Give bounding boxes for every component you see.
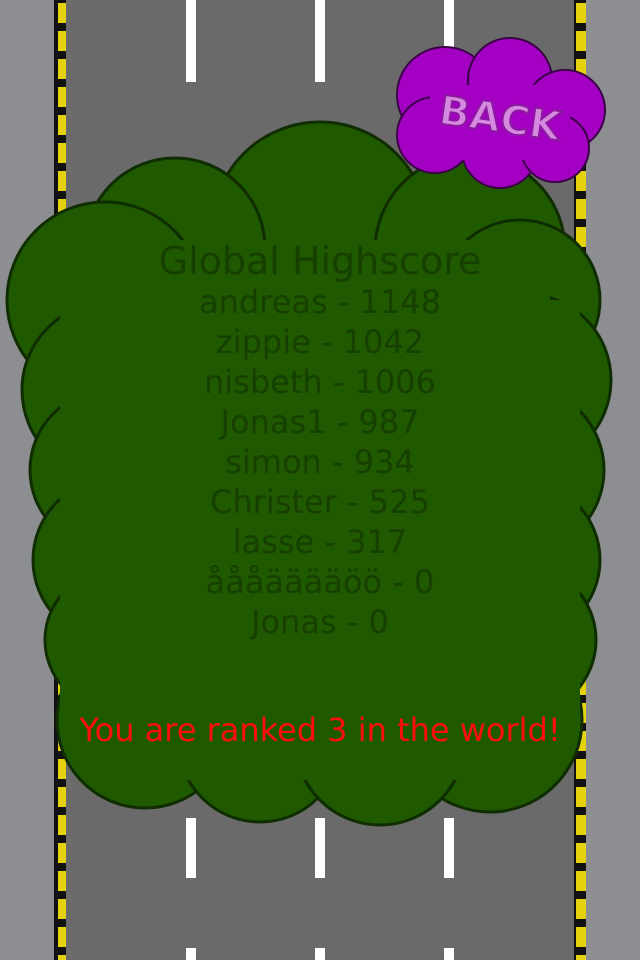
highscore-entry: nisbeth - 1006 bbox=[204, 363, 436, 401]
highscore-entry: lasse - 317 bbox=[232, 523, 408, 561]
highscore-entry: åååääääöö - 0 bbox=[205, 563, 435, 601]
highscore-list: andreas - 1148 zippie - 1042 nisbeth - 1… bbox=[60, 282, 580, 642]
highscore-entry: zippie - 1042 bbox=[215, 323, 425, 361]
highscore-entry: Christer - 525 bbox=[210, 483, 430, 521]
highscore-entry: andreas - 1148 bbox=[199, 283, 441, 321]
highscore-entry: Jonas - 0 bbox=[251, 603, 389, 641]
highscore-entry: simon - 934 bbox=[225, 443, 415, 481]
rank-message: You are ranked 3 in the world! bbox=[79, 711, 561, 749]
highscore-entry: Jonas1 - 987 bbox=[220, 403, 420, 441]
highscore-title: Global Highscore bbox=[158, 239, 482, 283]
